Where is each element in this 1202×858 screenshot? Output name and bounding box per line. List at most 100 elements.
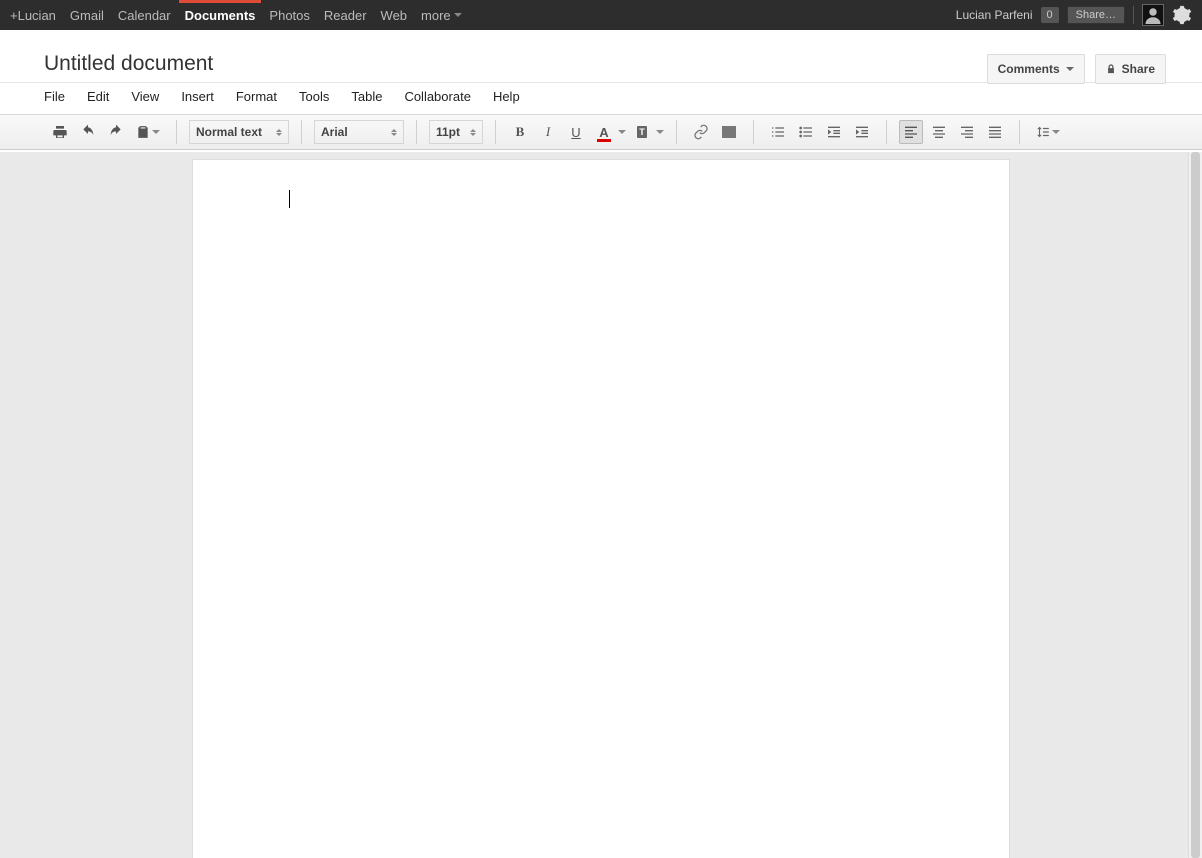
updown-icon bbox=[470, 129, 476, 136]
print-icon bbox=[52, 124, 68, 140]
paragraph-style-select[interactable]: Normal text bbox=[189, 120, 289, 144]
caret-down-icon[interactable] bbox=[656, 130, 664, 134]
italic-icon: I bbox=[546, 124, 550, 140]
global-nav-links: +Lucian Gmail Calendar Documents Photos … bbox=[10, 0, 462, 30]
text-cursor bbox=[289, 190, 290, 208]
menu-tools[interactable]: Tools bbox=[299, 89, 329, 104]
underline-button[interactable]: U bbox=[564, 120, 588, 144]
underline-icon: U bbox=[571, 125, 580, 140]
bulleted-list-button[interactable] bbox=[794, 120, 818, 144]
align-left-icon bbox=[903, 124, 919, 140]
separator bbox=[753, 120, 754, 144]
notifications-badge[interactable]: 0 bbox=[1041, 7, 1059, 23]
align-justify-button[interactable] bbox=[983, 120, 1007, 144]
align-center-icon bbox=[931, 124, 947, 140]
menu-collaborate[interactable]: Collaborate bbox=[404, 89, 471, 104]
nav-link-web[interactable]: Web bbox=[381, 0, 408, 30]
print-button[interactable] bbox=[48, 120, 72, 144]
paragraph-style-value: Normal text bbox=[196, 125, 262, 139]
menu-bar: File Edit View Insert Format Tools Table… bbox=[0, 83, 1202, 114]
settings-button[interactable] bbox=[1172, 5, 1192, 25]
person-icon bbox=[1144, 6, 1162, 24]
menu-view[interactable]: View bbox=[131, 89, 159, 104]
font-size-select[interactable]: 11pt bbox=[429, 120, 483, 144]
global-nav: +Lucian Gmail Calendar Documents Photos … bbox=[0, 0, 1202, 30]
document-page[interactable] bbox=[193, 160, 1009, 858]
insert-link-button[interactable] bbox=[689, 120, 713, 144]
increase-indent-button[interactable] bbox=[850, 120, 874, 144]
avatar[interactable] bbox=[1142, 4, 1164, 26]
font-family-select[interactable]: Arial bbox=[314, 120, 404, 144]
plus-share-button[interactable]: Share… bbox=[1067, 6, 1125, 24]
highlight-color-button[interactable]: T bbox=[630, 120, 654, 144]
bold-icon: B bbox=[516, 124, 525, 140]
bold-button[interactable]: B bbox=[508, 120, 532, 144]
outdent-icon bbox=[826, 124, 842, 140]
doc-title[interactable]: Untitled document bbox=[44, 52, 213, 76]
decrease-indent-button[interactable] bbox=[822, 120, 846, 144]
numbered-list-button[interactable] bbox=[766, 120, 790, 144]
redo-icon bbox=[108, 124, 124, 140]
undo-button[interactable] bbox=[76, 120, 100, 144]
nav-link-documents[interactable]: Documents bbox=[185, 0, 256, 30]
paste-format-button[interactable] bbox=[132, 120, 164, 144]
toolbar: Normal text Arial 11pt B I U A T bbox=[0, 114, 1202, 150]
menu-file[interactable]: File bbox=[44, 89, 65, 104]
nav-link-reader[interactable]: Reader bbox=[324, 0, 367, 30]
menu-edit[interactable]: Edit bbox=[87, 89, 109, 104]
separator bbox=[676, 120, 677, 144]
text-color-icon: A bbox=[599, 125, 608, 140]
nav-link-gmail[interactable]: Gmail bbox=[70, 0, 104, 30]
caret-down-icon bbox=[152, 130, 160, 134]
scrollbar-thumb[interactable] bbox=[1191, 152, 1200, 858]
numbered-list-icon bbox=[770, 124, 786, 140]
font-family-value: Arial bbox=[321, 125, 348, 139]
comments-button[interactable]: Comments bbox=[987, 54, 1085, 84]
caret-down-icon[interactable] bbox=[618, 130, 626, 134]
align-right-button[interactable] bbox=[955, 120, 979, 144]
line-spacing-button[interactable] bbox=[1032, 120, 1064, 144]
menu-insert[interactable]: Insert bbox=[181, 89, 214, 104]
align-left-button[interactable] bbox=[899, 120, 923, 144]
text-color-button[interactable]: A bbox=[592, 120, 616, 144]
separator bbox=[495, 120, 496, 144]
redo-button[interactable] bbox=[104, 120, 128, 144]
user-name-label: Lucian Parfeni bbox=[956, 8, 1033, 22]
gear-icon bbox=[1172, 5, 1192, 25]
align-center-button[interactable] bbox=[927, 120, 951, 144]
share-button[interactable]: Share bbox=[1095, 54, 1166, 84]
undo-icon bbox=[80, 124, 96, 140]
nav-link-calendar[interactable]: Calendar bbox=[118, 0, 171, 30]
nav-link-plusname[interactable]: +Lucian bbox=[10, 0, 56, 30]
menu-format[interactable]: Format bbox=[236, 89, 277, 104]
menu-help[interactable]: Help bbox=[493, 89, 520, 104]
caret-down-icon bbox=[1052, 130, 1060, 134]
font-size-value: 11pt bbox=[436, 125, 460, 139]
share-label: Share bbox=[1122, 62, 1155, 76]
caret-down-icon bbox=[454, 13, 462, 17]
lock-icon bbox=[1106, 64, 1116, 74]
image-icon bbox=[722, 126, 736, 138]
divider bbox=[1133, 6, 1134, 24]
separator bbox=[416, 120, 417, 144]
caret-down-icon bbox=[1066, 67, 1074, 71]
global-nav-user: Lucian Parfeni 0 Share… bbox=[956, 4, 1192, 26]
insert-image-button[interactable] bbox=[717, 120, 741, 144]
separator bbox=[176, 120, 177, 144]
clipboard-icon bbox=[136, 125, 150, 139]
nav-link-photos[interactable]: Photos bbox=[269, 0, 309, 30]
vertical-scrollbar[interactable] bbox=[1188, 152, 1202, 858]
updown-icon bbox=[391, 129, 397, 136]
align-justify-icon bbox=[987, 124, 1003, 140]
comments-label: Comments bbox=[998, 62, 1060, 76]
indent-icon bbox=[854, 124, 870, 140]
nav-link-more[interactable]: more bbox=[421, 0, 462, 30]
italic-button[interactable]: I bbox=[536, 120, 560, 144]
separator bbox=[1019, 120, 1020, 144]
editor-canvas bbox=[0, 152, 1202, 858]
doc-header: Untitled document Comments Share bbox=[0, 30, 1202, 83]
highlight-icon: T bbox=[637, 126, 647, 138]
menu-table[interactable]: Table bbox=[351, 89, 382, 104]
link-icon bbox=[693, 124, 709, 140]
separator bbox=[301, 120, 302, 144]
